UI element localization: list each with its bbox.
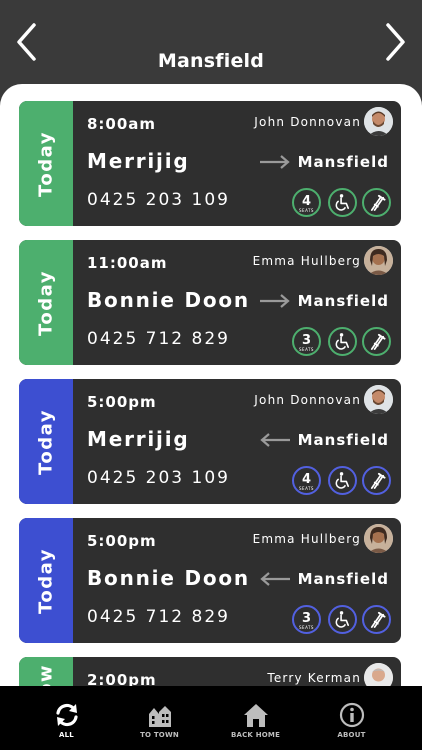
- trip-list-panel[interactable]: Today 8:00am John Donnovan Merrijig Mansfiel…: [0, 84, 422, 686]
- app-screen: Mansfield Today 8:00am John Donnovan Merrij…: [0, 0, 422, 750]
- arrow-right-icon: [259, 294, 291, 308]
- trip-time: 11:00am: [87, 254, 168, 272]
- day-label: Today: [35, 269, 57, 336]
- origin-location: Bonnie Doon: [87, 566, 250, 590]
- seats-badge: 3 SEATS: [292, 327, 321, 356]
- chevron-right-icon[interactable]: [382, 22, 408, 62]
- crutches-icon: [362, 327, 391, 356]
- destination-location: Mansfield: [297, 292, 389, 310]
- phone-number[interactable]: 0425 712 829: [87, 329, 230, 349]
- day-strip: Today: [19, 240, 73, 365]
- driver-name: Emma Hullberg: [252, 254, 361, 268]
- tab-all[interactable]: ALL: [14, 686, 119, 750]
- wheelchair-icon: [328, 605, 357, 634]
- tab-back-home[interactable]: BACK HOME: [203, 686, 308, 750]
- avatar: [364, 246, 393, 275]
- avatar: [364, 385, 393, 414]
- seats-count: 4: [301, 471, 312, 487]
- seats-count: 4: [301, 193, 312, 209]
- town-icon: [147, 702, 173, 728]
- destination-location: Mansfield: [297, 153, 389, 171]
- destination-location: Mansfield: [297, 431, 389, 449]
- driver-name: John Donnovan: [254, 115, 361, 129]
- day-label: Tomorrow: [36, 663, 57, 686]
- avatar: [364, 663, 393, 686]
- seats-label: SEATS: [299, 624, 314, 630]
- origin-location: Bonnie Doon: [87, 288, 250, 312]
- crutches-icon: [362, 188, 391, 217]
- avatar: [364, 107, 393, 136]
- trip-card[interactable]: Today 5:00pm Emma Hullberg Bonnie Doon Mansf…: [19, 518, 401, 643]
- info-icon: [339, 702, 365, 728]
- tab-back-home-label: BACK HOME: [230, 731, 281, 739]
- page-title: Mansfield: [157, 50, 265, 72]
- trip-card[interactable]: Today 5:00pm John Donnovan Merrijig Mansfiel…: [19, 379, 401, 504]
- seats-badge: 4 SEATS: [292, 466, 321, 495]
- day-label: Today: [35, 547, 57, 614]
- tab-all-label: ALL: [59, 731, 74, 739]
- origin-location: Merrijig: [87, 427, 190, 451]
- day-strip: Tomorrow: [19, 657, 73, 686]
- driver-name: Emma Hullberg: [252, 532, 361, 546]
- home-icon: [243, 702, 269, 728]
- tab-to-town[interactable]: TO TOWN: [107, 686, 212, 750]
- day-strip: Today: [19, 518, 73, 643]
- header: Mansfield: [0, 0, 422, 84]
- wheelchair-icon: [328, 327, 357, 356]
- arrow-left-icon: [259, 572, 291, 586]
- seats-label: SEATS: [299, 346, 314, 352]
- seats-count: 3: [301, 610, 312, 626]
- trip-time: 5:00pm: [87, 532, 157, 550]
- tab-bar: ALL TO TOWN BACK HOME ABOUT: [0, 686, 422, 750]
- trip-time: 2:00pm: [87, 671, 157, 686]
- trip-card[interactable]: Today 11:00am Emma Hullberg Bonnie Doon Mans…: [19, 240, 401, 365]
- seats-label: SEATS: [299, 485, 314, 491]
- trip-card[interactable]: Today 8:00am John Donnovan Merrijig Mansfiel…: [19, 101, 401, 226]
- day-label: Today: [35, 408, 57, 475]
- phone-number[interactable]: 0425 712 829: [87, 607, 230, 627]
- tab-about-label: ABOUT: [337, 731, 366, 739]
- seats-badge: 3 SEATS: [292, 605, 321, 634]
- day-strip: Today: [19, 101, 73, 226]
- tab-to-town-label: TO TOWN: [140, 731, 179, 739]
- origin-location: Merrijig: [87, 149, 190, 173]
- wheelchair-icon: [328, 466, 357, 495]
- avatar: [364, 524, 393, 553]
- arrow-left-icon: [259, 433, 291, 447]
- trip-card[interactable]: Tomorrow 2:00pm Terry Kerman: [19, 657, 401, 686]
- seats-badge: 4 SEATS: [292, 188, 321, 217]
- destination-location: Mansfield: [297, 570, 389, 588]
- arrow-right-icon: [259, 155, 291, 169]
- day-strip: Today: [19, 379, 73, 504]
- phone-number[interactable]: 0425 203 109: [87, 190, 230, 210]
- driver-name: John Donnovan: [254, 393, 361, 407]
- seats-count: 3: [301, 332, 312, 348]
- driver-name: Terry Kerman: [267, 671, 361, 685]
- phone-number[interactable]: 0425 203 109: [87, 468, 230, 488]
- seats-label: SEATS: [299, 207, 314, 213]
- trip-time: 8:00am: [87, 115, 157, 133]
- crutches-icon: [362, 466, 391, 495]
- day-label: Today: [35, 130, 57, 197]
- crutches-icon: [362, 605, 391, 634]
- trip-time: 5:00pm: [87, 393, 157, 411]
- refresh-icon: [54, 702, 80, 728]
- tab-about[interactable]: ABOUT: [299, 686, 404, 750]
- wheelchair-icon: [328, 188, 357, 217]
